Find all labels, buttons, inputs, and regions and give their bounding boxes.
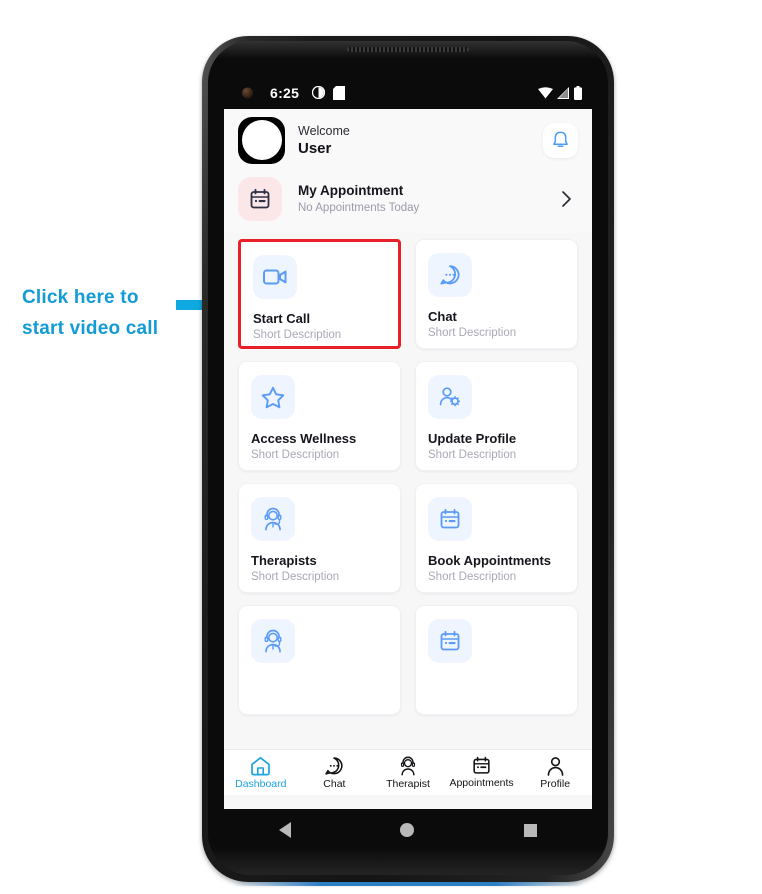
card-subtitle: Short Description xyxy=(428,571,517,583)
therapist-icon xyxy=(264,629,282,653)
earpiece-speaker xyxy=(347,47,469,52)
card-title: Access Wellness xyxy=(251,431,357,446)
my-appointment-row[interactable]: My Appointment No Appointments Today xyxy=(224,171,592,233)
video-camera-icon xyxy=(263,269,287,285)
chat-icon-tile xyxy=(428,253,472,297)
calendar-icon xyxy=(473,756,490,774)
nav-label: Dashboard xyxy=(235,777,287,790)
card-subtitle: Short Description xyxy=(251,449,340,461)
card-subtitle: Short Description xyxy=(253,329,342,341)
screenshot-stage: Click here to start video call 6:25 Welc… xyxy=(0,0,762,894)
chevron-right-icon[interactable] xyxy=(561,190,572,208)
avatar[interactable] xyxy=(238,116,285,164)
card-book-appointments[interactable]: Book Appointments Short Description xyxy=(415,483,578,593)
nav-item-therapist[interactable]: Therapist xyxy=(371,756,445,790)
nav-label: Therapist xyxy=(386,777,430,790)
book-appointments-icon-tile xyxy=(428,497,472,541)
clock-icon xyxy=(312,86,325,99)
annotation-text: Click here to start video call xyxy=(22,282,182,344)
calendar-icon xyxy=(440,630,460,651)
chat-bubble-icon xyxy=(440,265,460,285)
chat-bubble-icon xyxy=(325,756,343,775)
card-update-profile[interactable]: Update Profile Short Description xyxy=(415,361,578,471)
welcome-label: Welcome xyxy=(298,123,350,138)
nav-item-chat[interactable]: Chat xyxy=(298,756,372,790)
appointment-title: My Appointment xyxy=(298,183,404,198)
card-title: Start Call xyxy=(253,311,311,326)
annotation-line-2: start video call xyxy=(22,318,159,339)
calendar-icon xyxy=(440,508,460,529)
back-triangle-icon[interactable] xyxy=(278,822,291,838)
card-title: Chat xyxy=(428,309,457,324)
wellness-icon-tile xyxy=(251,375,295,419)
nav-label: Appointments xyxy=(449,777,514,789)
card-chat[interactable]: Chat Short Description xyxy=(415,239,578,349)
phone-frame: 6:25 Welcome User My Appointment No Appo… xyxy=(202,36,614,886)
greeting-block: Welcome User xyxy=(298,123,543,158)
therapists-icon-tile-2 xyxy=(251,619,295,663)
user-name: User xyxy=(298,139,332,157)
nav-item-profile[interactable]: Profile xyxy=(518,756,592,790)
nav-label: Profile xyxy=(540,777,571,790)
phone-bezel: 6:25 Welcome User My Appointment No Appo… xyxy=(208,41,608,875)
home-circle-icon[interactable] xyxy=(400,823,415,837)
annotation-line-1: Click here to xyxy=(22,287,139,308)
card-book-appointments-2[interactable] xyxy=(415,605,578,715)
app-header: Welcome User xyxy=(224,109,592,171)
user-gear-icon xyxy=(439,387,461,407)
battery-icon xyxy=(574,86,582,100)
feature-grid: Start Call Short Description Chat Short … xyxy=(224,233,592,715)
card-therapists-2[interactable] xyxy=(238,605,401,715)
phone-foot-accent xyxy=(232,882,584,886)
star-icon xyxy=(261,386,285,408)
therapist-icon xyxy=(400,756,416,776)
card-title: Update Profile xyxy=(428,431,517,446)
calendar-icon xyxy=(250,188,270,209)
android-system-nav xyxy=(224,807,592,853)
bottom-navigation: Dashboard Chat Therapist Appointments Pr… xyxy=(224,749,592,795)
status-time: 6:25 xyxy=(270,85,300,101)
recents-square-icon[interactable] xyxy=(524,823,538,837)
person-icon xyxy=(547,756,564,776)
front-camera-punchhole xyxy=(242,87,253,99)
signal-icon xyxy=(557,87,569,99)
wifi-icon xyxy=(538,87,553,99)
app-screen: Welcome User My Appointment No Appointme… xyxy=(224,109,592,809)
card-subtitle: Short Description xyxy=(428,449,517,461)
avatar-inner xyxy=(241,120,282,160)
appointment-text: My Appointment No Appointments Today xyxy=(298,182,561,216)
notification-button[interactable] xyxy=(543,122,578,158)
therapists-icon-tile xyxy=(251,497,295,541)
sd-card-icon xyxy=(333,86,345,100)
appointment-subtitle: No Appointments Today xyxy=(298,202,420,214)
card-subtitle: Short Description xyxy=(428,327,517,339)
start-call-icon-tile xyxy=(253,255,297,299)
bell-icon xyxy=(553,131,568,147)
nav-item-appointments[interactable]: Appointments xyxy=(445,756,519,789)
card-therapists[interactable]: Therapists Short Description xyxy=(238,483,401,593)
status-right-icons xyxy=(538,86,582,100)
update-profile-icon-tile xyxy=(428,375,472,419)
nav-label: Chat xyxy=(323,777,346,790)
card-start-call[interactable]: Start Call Short Description xyxy=(238,239,401,349)
card-subtitle: Short Description xyxy=(251,571,340,583)
appointment-icon-tile xyxy=(238,177,282,221)
nav-item-dashboard[interactable]: Dashboard xyxy=(224,756,298,790)
book-appointments-icon-tile-2 xyxy=(428,619,472,663)
card-title: Therapists xyxy=(251,553,317,568)
home-icon xyxy=(251,756,271,775)
card-access-wellness[interactable]: Access Wellness Short Description xyxy=(238,361,401,471)
status-bar: 6:25 xyxy=(208,77,608,109)
card-title: Book Appointments xyxy=(428,553,552,568)
therapist-icon xyxy=(264,507,282,531)
